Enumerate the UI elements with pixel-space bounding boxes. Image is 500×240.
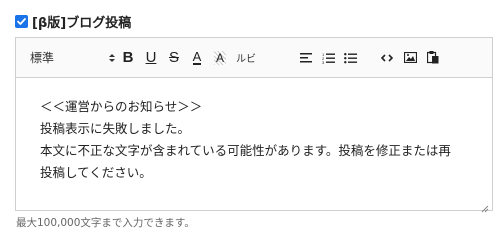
underline-button[interactable]: U xyxy=(141,38,161,77)
ordered-list-button[interactable]: 1 2 3 xyxy=(318,38,338,77)
ruby-icon: ルビ xyxy=(236,54,256,65)
paste-button[interactable] xyxy=(423,38,443,77)
character-limit-hint: 最大100,000文字まで入力できます。 xyxy=(16,217,195,229)
ruby-button[interactable]: ルビ xyxy=(233,38,259,77)
highlight-icon: A xyxy=(213,50,226,65)
align-icon xyxy=(300,53,312,63)
bold-icon: B xyxy=(122,49,134,66)
content-line: 投稿してください。 xyxy=(40,165,152,180)
content-line: 投稿表示に失敗しました。 xyxy=(40,121,191,136)
format-select-value: 標準 xyxy=(30,51,55,65)
check-icon xyxy=(17,18,26,25)
bold-button[interactable]: B xyxy=(118,38,138,77)
highlight-button[interactable]: A xyxy=(210,38,230,77)
bullet-list-icon xyxy=(343,52,357,63)
format-select[interactable]: 標準 xyxy=(30,38,116,77)
select-arrows-icon xyxy=(108,53,116,63)
beta-checkbox[interactable] xyxy=(15,15,28,28)
font-color-icon: A xyxy=(192,48,202,65)
rich-text-editor: 標準 B U S A A ルビ 1 2 3 ＜＜運営からのお知らせ＞＞ 投稿表示… xyxy=(15,37,493,213)
beta-option-label: [β版]ブログ投稿 xyxy=(32,16,132,31)
ordered-list-icon: 1 2 3 xyxy=(322,52,335,64)
image-icon xyxy=(403,52,417,63)
strikethrough-icon: S xyxy=(168,49,179,66)
code-button[interactable] xyxy=(377,38,397,77)
content-line: 本文に不正な文字が含まれている可能性があります。投稿を修正または再 xyxy=(40,143,451,158)
image-button[interactable] xyxy=(400,38,420,77)
bullet-list-button[interactable] xyxy=(340,38,360,77)
content-line: ＜＜運営からのお知らせ＞＞ xyxy=(40,99,203,114)
code-icon xyxy=(381,53,393,62)
editor-toolbar: 標準 B U S A A ルビ 1 2 3 xyxy=(16,38,492,78)
resize-handle-icon[interactable] xyxy=(480,198,489,213)
paste-icon xyxy=(427,51,439,64)
font-color-button[interactable]: A xyxy=(187,38,207,77)
underline-icon: U xyxy=(145,49,157,66)
align-button[interactable] xyxy=(296,38,316,77)
beta-option: [β版]ブログ投稿 xyxy=(15,12,131,31)
svg-text:3: 3 xyxy=(322,60,325,64)
editor-content[interactable]: ＜＜運営からのお知らせ＞＞ 投稿表示に失敗しました。 本文に不正な文字が含まれて… xyxy=(16,78,492,184)
strikethrough-button[interactable]: S xyxy=(164,38,184,77)
